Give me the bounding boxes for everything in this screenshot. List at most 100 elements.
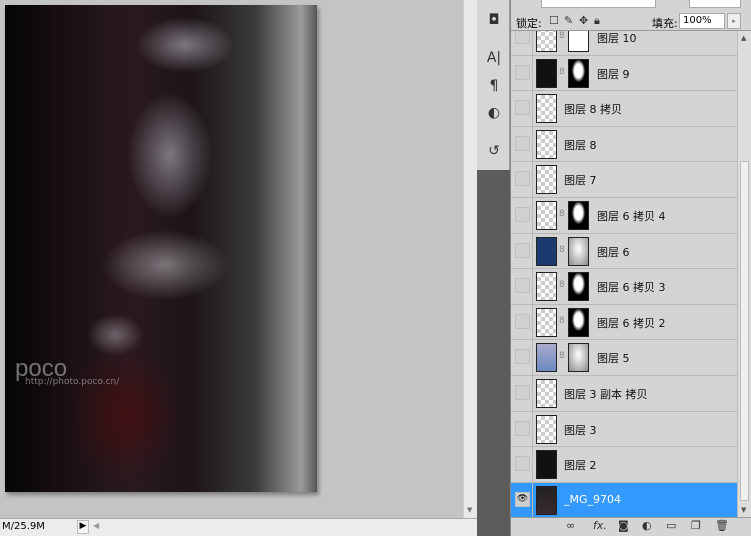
watermark-url: http://photo.poco.cn/ xyxy=(25,377,120,387)
layer-row[interactable]: 8 图层 6 xyxy=(511,233,737,270)
layer-name: 图层 2 xyxy=(564,459,597,473)
layer-name: 图层 8 xyxy=(564,138,597,152)
scroll-down-icon[interactable]: ▼ xyxy=(467,506,472,514)
canvas-vertical-scrollbar[interactable]: ▼ xyxy=(463,0,477,518)
layer-mask-thumbnail[interactable] xyxy=(568,343,589,373)
scroll-down-icon[interactable]: ▼ xyxy=(741,506,746,514)
layer-row[interactable]: 8 图层 6 拷贝 4 xyxy=(511,198,737,234)
image-region xyxy=(65,345,185,485)
divider xyxy=(532,31,533,55)
layer-mask-thumbnail[interactable] xyxy=(568,272,589,302)
layers-panel: 锁定: ☐ ✎ ✥ 🔒︎ 填充: 100% ▸ 8 图层 10 8 图层 9 图… xyxy=(510,0,751,536)
status-menu-arrow[interactable]: ▶ xyxy=(77,520,89,534)
scroll-left-icon[interactable]: ◀ xyxy=(93,521,99,530)
adjustment-layer-icon[interactable]: ◐ xyxy=(642,519,652,532)
layers-toolbar: ∞ fx. ◙ ◐ ▭ ❐ 🗑︎ xyxy=(511,517,751,536)
layers-list: 8 图层 10 8 图层 9 图层 8 拷贝 图层 8 图层 7 8 图层 6 … xyxy=(511,31,737,517)
layer-row[interactable]: 图层 3 xyxy=(511,411,737,448)
link-icon[interactable]: 8 xyxy=(559,351,565,361)
layer-row[interactable]: 图层 8 拷贝 xyxy=(511,91,737,127)
layer-row[interactable]: 图层 7 xyxy=(511,162,737,198)
visibility-toggle[interactable] xyxy=(515,278,530,294)
layer-row[interactable]: 👁︎ _MG_9704 xyxy=(511,482,737,517)
eye-icon[interactable]: 👁︎ xyxy=(515,491,530,507)
divider xyxy=(532,162,533,197)
layer-mask-thumbnail[interactable] xyxy=(568,201,589,230)
visibility-toggle[interactable] xyxy=(515,420,530,436)
mask-panel-icon[interactable]: ◘ xyxy=(484,12,504,30)
divider xyxy=(532,126,533,162)
link-layers-icon[interactable]: ∞ xyxy=(566,519,575,532)
layer-thumbnail xyxy=(536,485,557,515)
visibility-toggle[interactable] xyxy=(515,135,530,151)
divider xyxy=(532,304,533,340)
layer-name: 图层 10 xyxy=(597,32,637,45)
layer-name: 图层 6 拷贝 3 xyxy=(597,281,666,295)
blend-options-bar xyxy=(511,0,751,10)
visibility-toggle[interactable] xyxy=(515,349,530,365)
document-canvas-area[interactable]: poco http://photo.poco.cn/ xyxy=(0,0,463,518)
layer-row[interactable]: 图层 8 xyxy=(511,126,737,163)
link-icon[interactable]: 8 xyxy=(559,280,565,290)
layers-scrollbar[interactable]: ▲ ▼ xyxy=(737,31,751,517)
layer-thumbnail xyxy=(536,236,557,266)
lock-brush-icon[interactable]: ✎ xyxy=(564,14,573,27)
divider xyxy=(532,340,533,375)
layer-row[interactable]: 8 图层 5 xyxy=(511,340,737,376)
visibility-toggle[interactable] xyxy=(515,242,530,258)
visibility-toggle[interactable] xyxy=(515,64,530,80)
link-icon[interactable]: 8 xyxy=(559,245,565,255)
link-icon[interactable]: 8 xyxy=(559,209,565,219)
fill-slider-arrow[interactable]: ▸ xyxy=(727,13,741,29)
layer-row[interactable]: 图层 3 副本 拷贝 xyxy=(511,376,737,412)
layer-mask-thumbnail[interactable] xyxy=(568,307,589,337)
divider xyxy=(532,376,533,411)
visibility-toggle[interactable] xyxy=(515,456,530,472)
layer-mask-thumbnail[interactable] xyxy=(568,58,589,88)
visibility-toggle[interactable] xyxy=(515,313,530,329)
layer-name: 图层 6 xyxy=(597,245,630,259)
lock-transparency-icon[interactable]: ☐ xyxy=(549,14,559,27)
lock-bar: 锁定: ☐ ✎ ✥ 🔒︎ 填充: 100% ▸ xyxy=(511,11,751,31)
divider xyxy=(532,233,533,269)
visibility-toggle[interactable] xyxy=(515,207,530,222)
scroll-thumb[interactable] xyxy=(740,161,749,501)
layer-row[interactable]: 8 图层 6 拷贝 3 xyxy=(511,269,737,305)
fill-input[interactable]: 100% xyxy=(679,13,725,29)
document-image[interactable]: poco http://photo.poco.cn/ xyxy=(5,5,317,492)
character-panel-icon[interactable]: A| xyxy=(484,50,504,68)
lock-all-icon[interactable]: 🔒︎ xyxy=(594,14,600,28)
layer-row[interactable]: 8 图层 6 拷贝 2 xyxy=(511,304,737,341)
lock-move-icon[interactable]: ✥ xyxy=(579,14,588,27)
new-group-icon[interactable]: ▭ xyxy=(666,519,676,532)
layer-name: _MG_9704 xyxy=(564,492,622,506)
scroll-up-icon[interactable]: ▲ xyxy=(741,34,746,42)
divider xyxy=(532,447,533,482)
layer-row[interactable]: 图层 2 xyxy=(511,447,737,483)
link-icon[interactable]: 8 xyxy=(559,67,565,77)
status-bar: M/25.9M ▶ ◀ xyxy=(0,518,477,536)
visibility-toggle[interactable] xyxy=(515,171,530,187)
history-icon[interactable]: ↺ xyxy=(484,143,504,161)
paragraph-panel-icon[interactable]: ¶ xyxy=(484,78,504,96)
adjustments-icon[interactable]: ◐ xyxy=(484,105,504,123)
layer-row[interactable]: 8 图层 10 xyxy=(511,31,737,56)
layer-name: 图层 5 xyxy=(597,352,630,366)
visibility-toggle[interactable] xyxy=(515,31,530,44)
visibility-toggle[interactable] xyxy=(515,100,530,116)
layer-thumbnail xyxy=(536,165,557,195)
blend-mode-select[interactable] xyxy=(541,0,656,8)
delete-layer-icon[interactable]: 🗑︎ xyxy=(715,519,729,532)
link-icon[interactable]: 8 xyxy=(559,316,565,326)
layer-mask-thumbnail[interactable] xyxy=(568,236,589,266)
add-mask-icon[interactable]: ◙ xyxy=(618,519,629,532)
divider xyxy=(532,55,533,91)
fx-icon[interactable]: fx. xyxy=(593,519,607,532)
layer-mask-thumbnail[interactable] xyxy=(568,31,589,52)
visibility-toggle[interactable] xyxy=(515,385,530,400)
new-layer-icon[interactable]: ❐ xyxy=(691,519,701,532)
layer-row[interactable]: 8 图层 9 xyxy=(511,55,737,92)
link-icon[interactable]: 8 xyxy=(559,31,565,41)
opacity-input[interactable] xyxy=(689,0,741,8)
layer-thumbnail xyxy=(536,129,557,159)
